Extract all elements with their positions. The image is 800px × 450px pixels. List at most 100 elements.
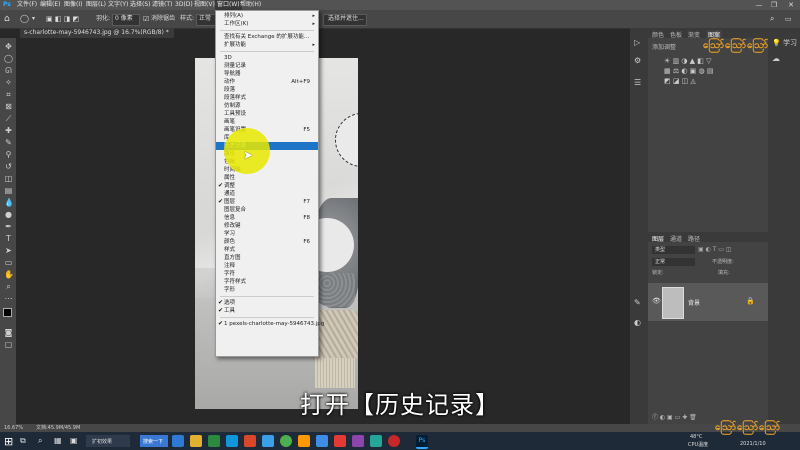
move-tool-icon[interactable]: ✥ (4, 42, 13, 51)
frame-tool-icon[interactable]: ⊠ (4, 102, 13, 111)
menu-3d[interactable]: 3D(D) (175, 0, 193, 10)
eyedropper-icon[interactable]: ⟋ (4, 114, 13, 123)
menu-item[interactable]: ✔ 调整 (216, 182, 318, 190)
menu-item[interactable]: 通道 (216, 190, 318, 198)
wechat-icon[interactable] (208, 435, 220, 447)
tab-paths[interactable]: 路径 (688, 234, 700, 243)
adjust-panel-icon[interactable]: ◐ (634, 318, 641, 327)
menu-file[interactable]: 文件(F) (17, 0, 37, 10)
menu-item[interactable]: 图层复合 (216, 206, 318, 214)
tab-gradients[interactable]: 渐变 (688, 30, 700, 39)
tab-color[interactable]: 颜色 (652, 30, 664, 39)
photoshop-logo-icon[interactable]: Ps (3, 0, 11, 10)
close-icon[interactable]: ✕ (784, 0, 798, 10)
qq-icon[interactable] (226, 435, 238, 447)
menu-image[interactable]: 图像(I) (64, 0, 82, 10)
clone-stamp-icon[interactable]: ⚲ (4, 150, 13, 159)
foreground-color-swatch[interactable] (3, 308, 12, 317)
menu-item[interactable]: 颜色 F6 (216, 238, 318, 246)
menu-item[interactable]: 字符样式 (216, 278, 318, 286)
maximize-icon[interactable]: ❐ (767, 0, 781, 10)
video-app-icon[interactable] (334, 435, 346, 447)
history-brush-icon[interactable]: ↺ (4, 162, 13, 171)
menu-item[interactable]: 导航器 (216, 70, 318, 78)
magic-wand-icon[interactable]: ✧ (4, 78, 13, 87)
blur-tool-icon[interactable]: 💧 (4, 198, 14, 207)
menu-item[interactable]: 仿制源 (216, 102, 318, 110)
menu-view[interactable]: 视图(V) (194, 0, 215, 10)
healing-brush-icon[interactable]: ✚ (4, 126, 13, 135)
menu-item[interactable]: 测量记录 (216, 62, 318, 70)
history-panel-icon[interactable]: ▷ (634, 38, 640, 47)
hand-tool-icon[interactable]: ✋ (4, 270, 14, 279)
windows-start-icon[interactable]: ⊞ (4, 435, 13, 448)
task-view-icon[interactable]: ⧉ (20, 436, 26, 446)
menu-item[interactable]: ✔ 工具 (216, 307, 318, 315)
menu-filter[interactable]: 滤镜(T) (152, 0, 172, 10)
menu-item[interactable]: 字符 (216, 270, 318, 278)
learn-button[interactable]: 💡 学习 (772, 38, 797, 48)
filter-icons[interactable]: ▣ ◐ T ▭ ◫ (698, 246, 758, 254)
properties-panel-icon[interactable]: ☰ (634, 78, 641, 87)
search-icon[interactable]: ⌕ (770, 10, 774, 28)
actions-panel-icon[interactable]: ⚙ (634, 56, 641, 65)
dodge-tool-icon[interactable]: ● (4, 210, 13, 219)
antialias-checkbox[interactable]: ☑ (143, 10, 149, 28)
more-tools-icon[interactable]: ⋯ (4, 294, 13, 303)
menu-item[interactable]: 段落样式 (216, 94, 318, 102)
adjustment-icons-grid[interactable]: ☀ ▥ ◑ ▲ ◧ ▽ ▦ ⚖ ◐ ▣ ◍ ▤ ◩ ◪ ◫ ◬ (664, 56, 764, 96)
menu-item[interactable]: 工作区(K) ▸ (216, 20, 318, 28)
menu-item[interactable]: 直方图 (216, 254, 318, 262)
search-icon[interactable]: ⌕ (38, 436, 42, 446)
browser-icon[interactable] (262, 435, 274, 447)
blend-mode-select[interactable]: 正常 (652, 258, 695, 266)
home-icon[interactable]: ⌂ (4, 10, 10, 28)
libraries-icon[interactable]: ☁ (772, 54, 780, 63)
apps-icon[interactable]: ▦ (54, 436, 62, 445)
tab-channels[interactable]: 通道 (670, 234, 682, 243)
chevron-down-icon[interactable]: ▾ (32, 10, 35, 28)
menu-item[interactable]: 字形 (216, 286, 318, 294)
menu-item[interactable]: ✔ 图层 F7 (216, 198, 318, 206)
pen-tool-icon[interactable]: ✒ (4, 222, 13, 231)
taskbar-input-box[interactable]: 搜索一下 (140, 435, 168, 447)
menu-item[interactable]: ✔ 1 pexels-charlotte-may-5946743.jpg (216, 320, 324, 328)
eraser-icon[interactable]: ◫ (4, 174, 13, 183)
taskbar-search-app[interactable]: 扩初效果 (86, 435, 130, 447)
menu-item[interactable]: 属性 (216, 174, 318, 182)
menu-edit[interactable]: 编辑(E) (40, 0, 60, 10)
menu-type[interactable]: 文字(Y) (108, 0, 128, 10)
menu-item[interactable]: 工具预设 (216, 110, 318, 118)
type-tool-icon[interactable]: T (4, 234, 13, 243)
minimize-icon[interactable]: — (752, 0, 766, 10)
recorder-icon[interactable] (388, 435, 400, 447)
menu-item[interactable]: 扩展功能 ▸ (216, 41, 318, 49)
layer-kind-filter[interactable]: 类型 (652, 246, 695, 254)
brush-tool-icon[interactable]: ✎ (4, 138, 13, 147)
menu-item[interactable]: 信息 F8 (216, 214, 318, 222)
workspace-icon[interactable]: ▭ (785, 10, 792, 28)
menu-select[interactable]: 选择(S) (130, 0, 151, 10)
brush-panel-icon[interactable]: ✎ (634, 298, 641, 307)
menu-item[interactable]: 3D (216, 54, 318, 62)
menu-item[interactable]: 学习 (216, 230, 318, 238)
menu-item[interactable]: 排列(A) ▸ (216, 12, 318, 20)
shape-tool-icon[interactable]: ▭ (4, 258, 13, 267)
path-selection-icon[interactable]: ➤ (4, 246, 13, 255)
crop-tool-icon[interactable]: ⌗ (4, 90, 13, 99)
quick-mask-icon[interactable]: ◙ (4, 328, 13, 337)
chrome-icon[interactable] (280, 435, 292, 447)
menu-item[interactable]: 动作 Alt+F9 (216, 78, 318, 86)
file-explorer-icon[interactable] (190, 435, 202, 447)
menu-window[interactable]: 窗口(W) (215, 0, 242, 10)
selection-mode-icons[interactable]: ▣ ◧ ◨ ◩ (46, 10, 79, 28)
menu-item[interactable]: 样式 (216, 246, 318, 254)
app-icon[interactable]: ▣ (70, 436, 78, 445)
screen-mode-icon[interactable]: ▢ (4, 340, 13, 349)
document-tab[interactable]: s-charlotte-may-5946743.jpg @ 16.7%(RGB/… (20, 28, 174, 38)
visibility-eye-icon[interactable]: 👁 (652, 297, 661, 305)
menu-item[interactable]: 注释 (216, 262, 318, 270)
menu-item[interactable]: ✔ 选项 (216, 299, 318, 307)
lasso-tool-icon[interactable]: ᘏ (4, 66, 13, 75)
menu-item[interactable]: 查找有关 Exchange 的扩展功能... (216, 33, 318, 41)
